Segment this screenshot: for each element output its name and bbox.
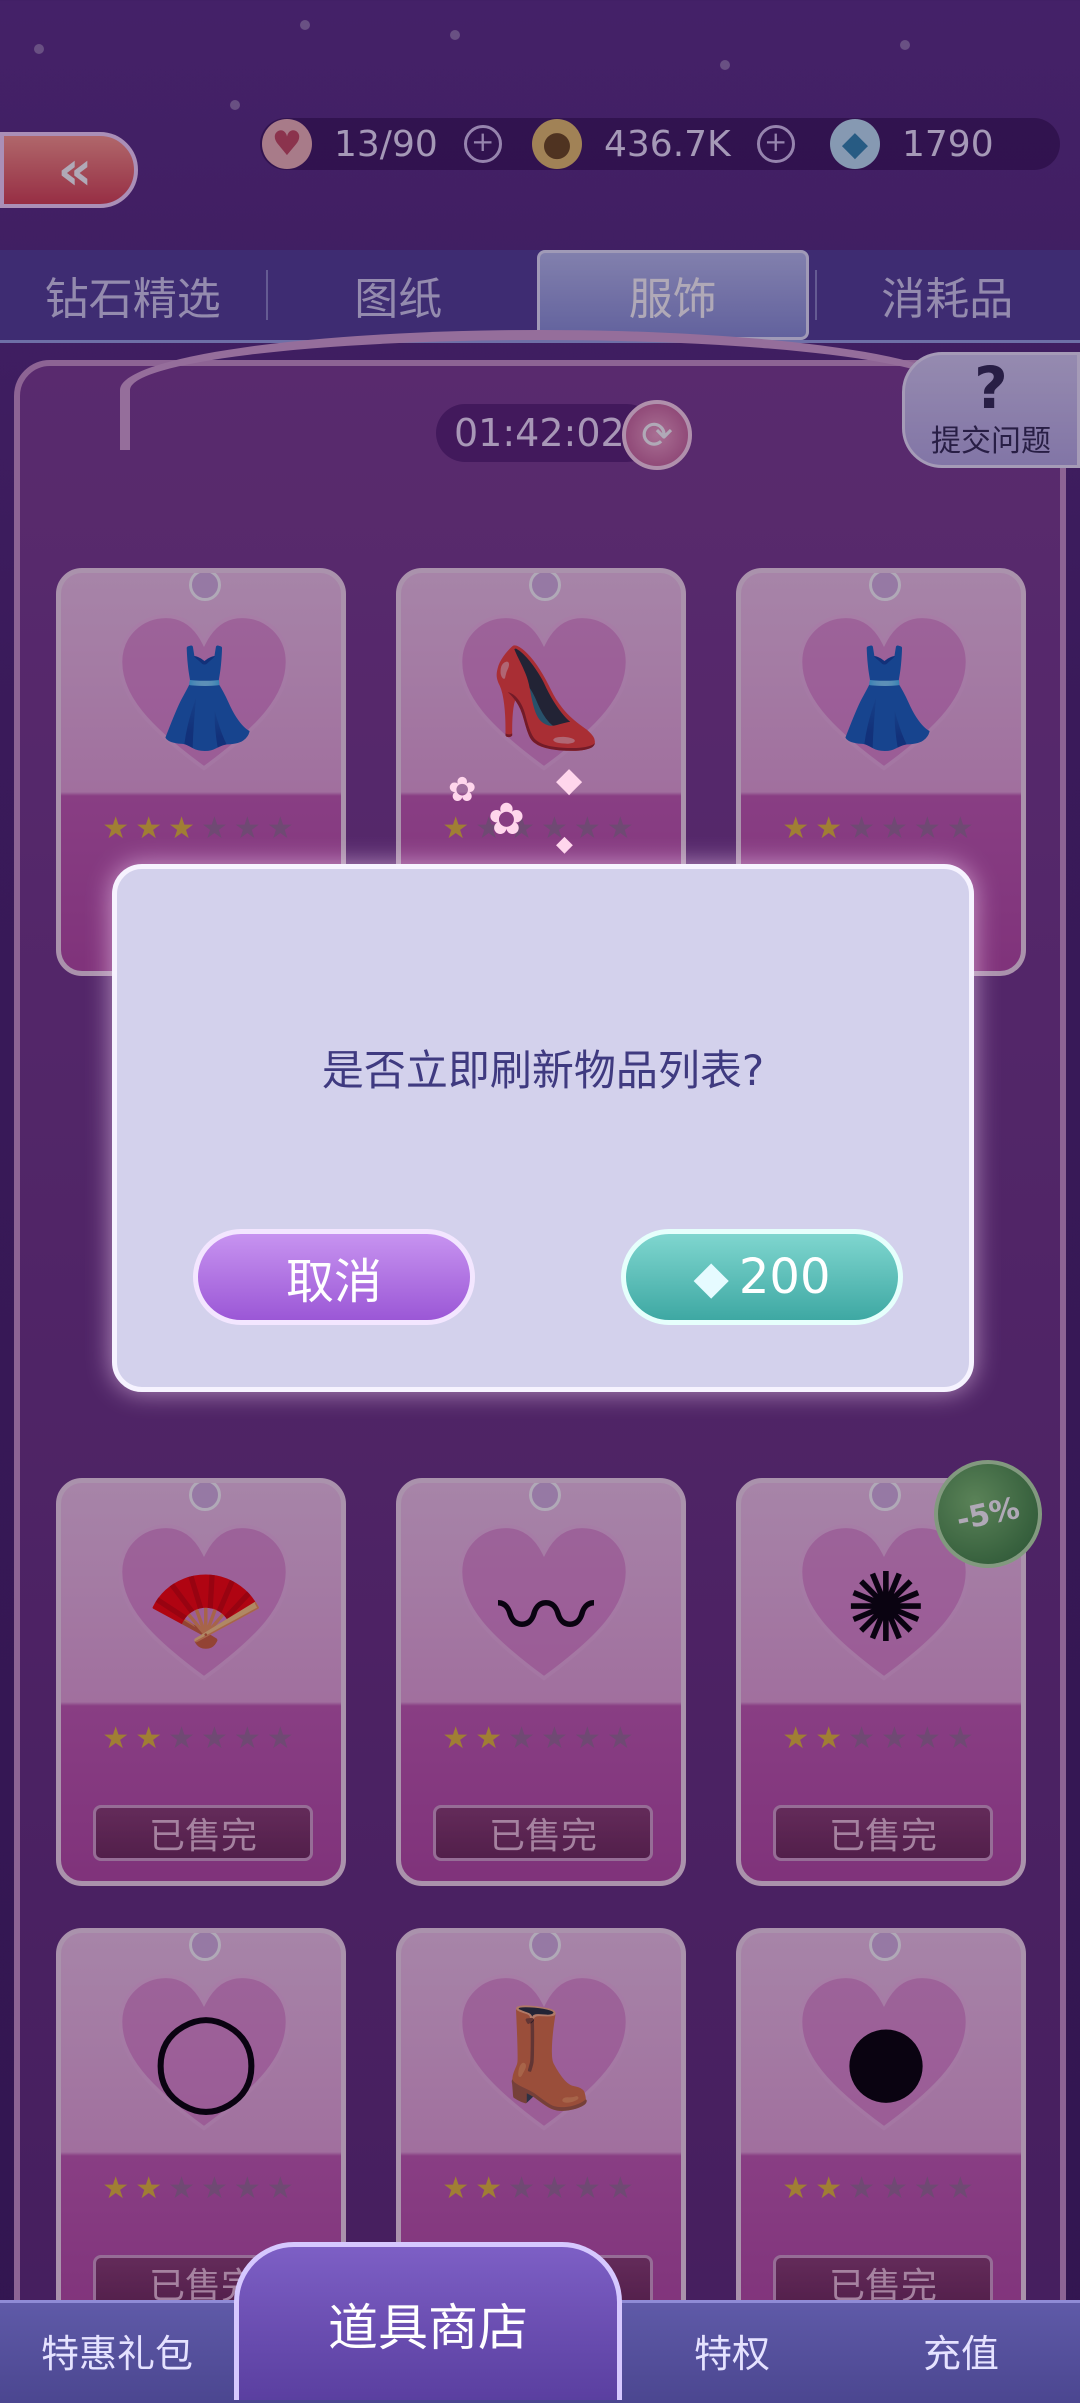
- sparkle-diamond-icon: ◆: [556, 760, 582, 800]
- sparkle-flower-icon: ✿: [448, 770, 477, 810]
- confirm-refresh-button[interactable]: ◆ 200: [621, 1229, 903, 1325]
- cancel-button[interactable]: 取消: [193, 1229, 475, 1325]
- diamond-icon: ◆: [693, 1250, 728, 1304]
- nav-item-shop[interactable]: 道具商店: [234, 2242, 622, 2400]
- nav-recharge[interactable]: 充值: [842, 2300, 1080, 2400]
- nav-special-packs[interactable]: 特惠礼包: [0, 2300, 234, 2400]
- nav-item-shop-label: 道具商店: [328, 2288, 528, 2360]
- dialog-message: 是否立即刷新物品列表?: [117, 1037, 969, 1098]
- nav-privileges[interactable]: 特权: [622, 2300, 842, 2400]
- sparkle-flower-icon: ✿: [488, 794, 525, 845]
- cancel-label: 取消: [286, 1242, 382, 1312]
- refresh-confirm-dialog: 是否立即刷新物品列表? 取消 ◆ 200: [112, 864, 974, 1392]
- confirm-cost: 200: [739, 1249, 831, 1305]
- sparkle-diamond-icon: ◆: [556, 832, 573, 857]
